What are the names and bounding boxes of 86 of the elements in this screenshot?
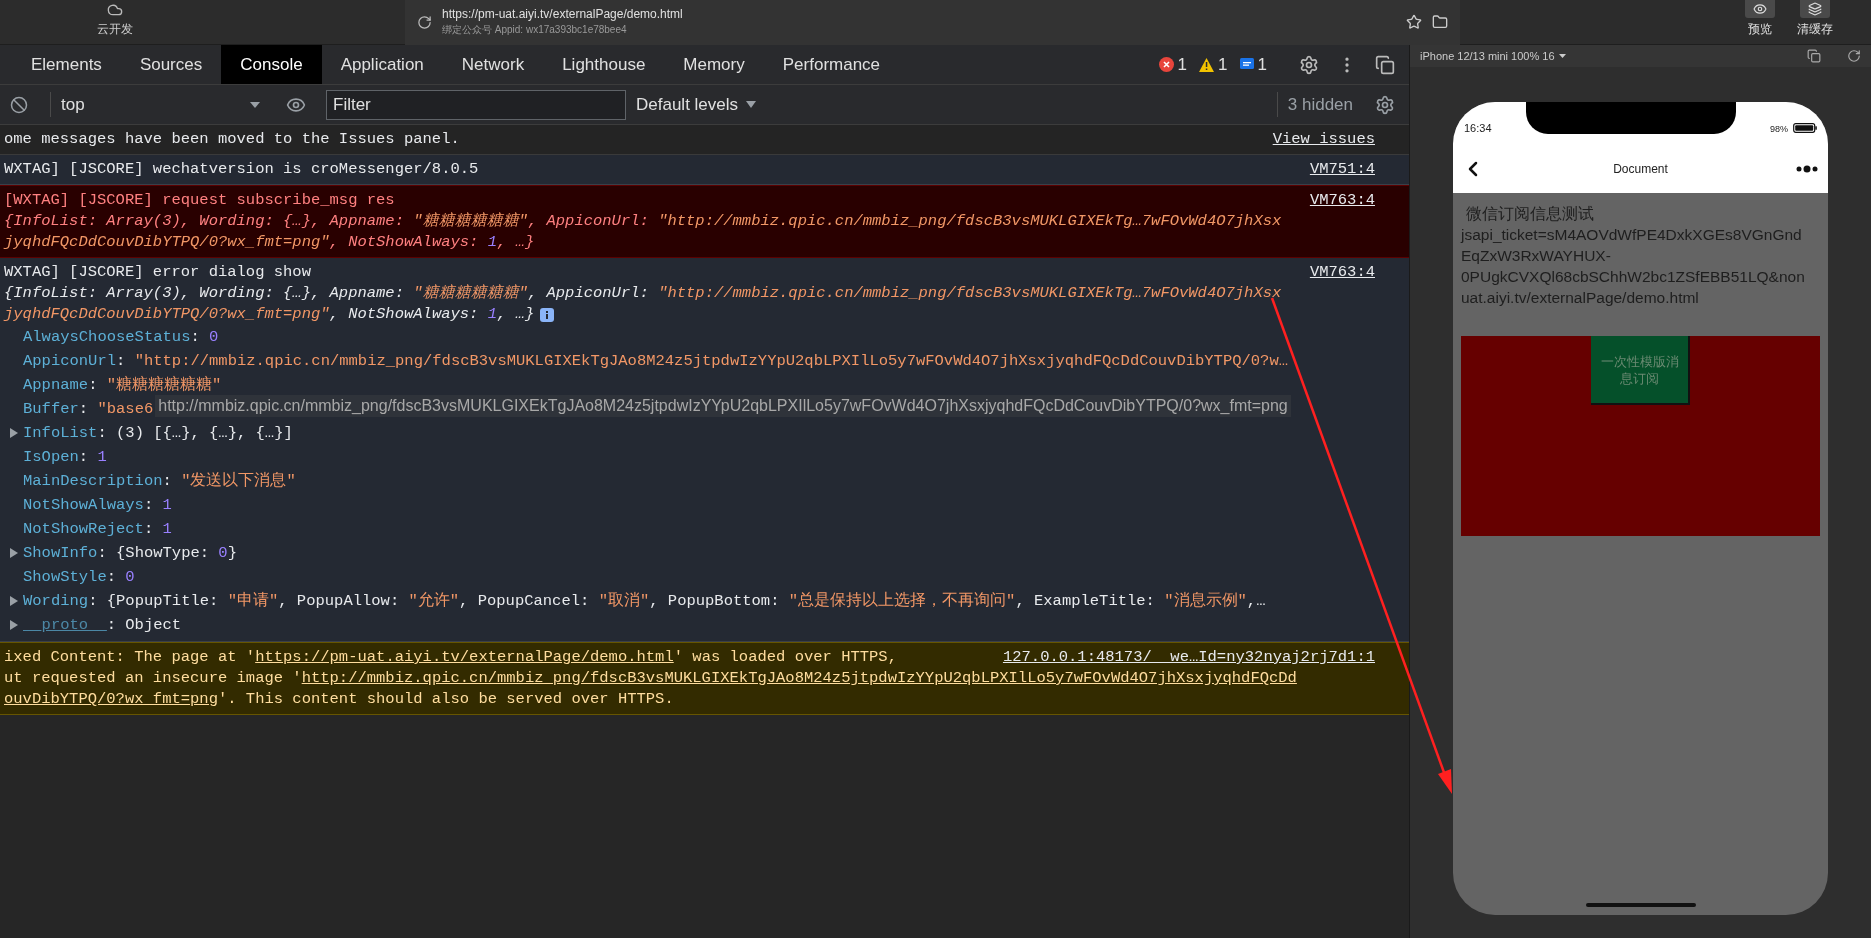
object-property: AppiconUrl: "http://mmbiz.qpic.cn/mmbiz_png/fdscB3vsMUKLGIXEkTgJAo8M24z5jtpdwIzYYpU2qbLPXIlLo5y7wFOvWd4O7jhXsxjyqhdFQcDdCouvDibYTPQ/0?w… xyxy=(23,351,1288,372)
url-bar[interactable]: https://pm-uat.aiyi.tv/externalPage/demo.html 绑定公众号 Appid: wx17a393bc1e78bee4 xyxy=(405,0,1460,45)
page-text: jsapi_ticket=sM4AOVdWfPE4DxkXGEs8VGnGnd xyxy=(1459,225,1803,245)
console-message: WXTAG] [JSCORE] error dialog show xyxy=(4,262,311,283)
caret-icon xyxy=(746,101,757,108)
url-tooltip: http://mmbiz.qpic.cn/mmbiz_png/fdscB3vsMUKLGIXEkTgJAo8M24z5jtpdwIzYYpU2qbLPXIlLo5y7wFOvWd4O7jhXsxjyqhdFQcDdCouvDibYTPQ/0?wx_fmt=png xyxy=(155,395,1291,417)
settings-icon[interactable] xyxy=(1299,54,1319,75)
object-property: MainDescription: "发送以下消息" xyxy=(23,471,296,492)
more-icon[interactable] xyxy=(1796,164,1820,173)
object-preview: {InfoList: Array(3), Wording: {…}, Appname: "糖糖糖糖糖糖", AppiconUrl: "http://mmbiz.qpic.cn/mmbiz_png/fdscB3vsMUKLGIXEkTg…7wFOvWd4O7jhXsx xyxy=(4,283,1282,304)
expand-triangle-icon[interactable] xyxy=(9,428,18,438)
caret-icon xyxy=(250,101,260,108)
devtools-tab[interactable]: Sources xyxy=(120,45,222,84)
devtools-tab[interactable]: Application xyxy=(321,45,443,84)
console-message: ouvDibYTPQ/0?wx_fmt=png'. This content should also be served over HTTPS. xyxy=(4,689,674,710)
console-message: ut requested an insecure image 'http://mmbiz.qpic.cn/mmbiz_png/fdscB3vsMUKLGIXEkTgJAo8M24z5jtpdwIzYYpU2qbLPXIlLo5y7wFOvWd4O7jhXsxjyqhdFQcDd xyxy=(4,668,1297,689)
page-url: https://pm-uat.aiyi.tv/externalPage/demo.html xyxy=(442,7,684,22)
source-link[interactable]: 127.0.0.1:48173/__we…Id=ny32nyaj2rj7d1:1 xyxy=(1002,647,1405,668)
object-property: Buffer: "base6 xyxy=(23,399,154,420)
cloud-icon xyxy=(107,2,123,18)
error-icon xyxy=(1158,57,1174,72)
source-link[interactable]: VM763:4 xyxy=(1309,190,1405,211)
devtools-tab[interactable]: Elements xyxy=(12,45,121,84)
expand-triangle-icon[interactable] xyxy=(9,596,18,606)
settings-icon[interactable] xyxy=(1375,94,1395,115)
object-property: NotShowAlways: 1 xyxy=(23,495,172,516)
layers-icon xyxy=(1808,2,1822,16)
console-message: [WXTAG] [JSCORE] request subscribe_msg res xyxy=(4,190,395,211)
window-icon[interactable] xyxy=(1807,49,1821,63)
source-link[interactable]: VM763:4 xyxy=(1309,262,1405,283)
object-preview: jyqhdFQcDdCouvDibYTPQ/0?wx_fmt=png", NotShowAlways: 1, …} xyxy=(4,304,535,325)
clear-console-icon[interactable] xyxy=(10,95,28,114)
page-text: 0PUgkCVXQl68cbSChhW2bc1ZSfEBB51LQ&non xyxy=(1460,267,1806,287)
expand-triangle-icon[interactable] xyxy=(9,620,18,630)
info-count: 1 xyxy=(1257,53,1267,76)
page-text: uat.aiyi.tv/externalPage/demo.html xyxy=(1460,288,1700,308)
expand-triangle-icon[interactable] xyxy=(9,548,18,558)
dock-icon[interactable] xyxy=(1375,54,1395,75)
page-text: EqZxW3RxWAYHUX- xyxy=(1460,246,1612,266)
battery-percent: 98% xyxy=(1769,123,1788,136)
url-link[interactable]: ouvDibYTPQ/0?wx_fmt=png xyxy=(4,690,218,708)
devtools-tab[interactable]: Memory xyxy=(664,45,764,84)
object-preview: {InfoList: Array(3), Wording: {…}, Appname: "糖糖糖糖糖糖", AppiconUrl: "http://mmbiz.qpic.cn/mmbiz_png/fdscB3vsMUKLGIXEkTg…7wFOvWd4O7jhXsx xyxy=(4,211,1282,232)
battery-icon xyxy=(1793,123,1817,134)
console-message: ome messages have been moved to the Issues panel. xyxy=(4,129,460,150)
star-icon xyxy=(1406,14,1422,30)
rotate-icon[interactable] xyxy=(1847,49,1861,63)
object-preview: jyqhdFQcDdCouvDibYTPQ/0?wx_fmt=png", NotShowAlways: 1, …} xyxy=(4,232,535,253)
nav-title: Document xyxy=(1613,160,1668,178)
source-link[interactable]: View issues xyxy=(1272,129,1405,150)
context-selector[interactable]: top xyxy=(50,91,260,118)
url-link[interactable]: http://mmbiz.qpic.cn/mmbiz_png/fdscB3vsMUKLGIXEkTgJAo8M24z5jtpdwIzYYpU2qbLPXIlLo5y7wFOvWd4O7jhXsxjyqhdFQcDd xyxy=(301,669,1297,687)
devtools-tab[interactable]: Lighthouse xyxy=(543,45,665,84)
devtools-tab[interactable]: Performance xyxy=(763,45,900,84)
cloud-dev-button[interactable]: 云开发 xyxy=(97,2,133,36)
page-heading: 微信订阅信息测试 xyxy=(1465,204,1595,224)
source-link[interactable]: VM751:4 xyxy=(1309,159,1405,180)
message-icon xyxy=(1239,57,1254,72)
eye-icon xyxy=(1753,2,1767,16)
refresh-icon xyxy=(417,14,432,30)
filter-field[interactable]: Filter xyxy=(326,89,626,120)
appid-label: 绑定公众号 Appid: wx17a393bc1e78bee4 xyxy=(442,23,628,37)
devtools-tab[interactable]: Console xyxy=(221,45,322,84)
object-property: IsOpen: 1 xyxy=(23,447,107,468)
object-property: AlwaysChooseStatus: 0 xyxy=(23,327,219,348)
object-property: InfoList: (3) [{…}, {…}, {…}] xyxy=(23,423,293,444)
hidden-count: 3 hidden xyxy=(1276,91,1353,118)
object-property: ShowStyle: 0 xyxy=(23,567,135,588)
clear-cache-button[interactable]: 清缓存 xyxy=(1797,0,1833,36)
caret-icon xyxy=(1558,54,1566,58)
url-link[interactable]: https://pm-uat.aiyi.tv/externalPage/demo.html xyxy=(255,648,674,666)
info-icon[interactable] xyxy=(540,307,555,322)
object-property: __proto__: Object xyxy=(23,615,182,636)
console-message: ixed Content: The page at 'https://pm-uat.aiyi.tv/externalPage/demo.html' was loaded over HTTPS, xyxy=(4,647,897,668)
warning-icon xyxy=(1199,57,1215,72)
log-levels-dropdown[interactable]: Default levels xyxy=(636,91,757,118)
error-count: 1 xyxy=(1177,53,1188,76)
object-property: NotShowReject: 1 xyxy=(23,519,172,540)
devtools-tab[interactable]: Network xyxy=(442,45,544,84)
warning-count: 1 xyxy=(1218,53,1228,76)
folder-icon xyxy=(1432,14,1448,30)
status-time: 16:34 xyxy=(1464,121,1492,136)
object-property: ShowInfo: {ShowType: 0} xyxy=(23,543,237,564)
object-property: Appname: "糖糖糖糖糖糖" xyxy=(23,375,222,396)
object-property: Wording: {PopupTitle: "申请", PopupAllow: "允许", PopupCancel: "取消", PopupBottom: "总是保持以上选择，不再询问", ExampleTitle: "消息示例",… xyxy=(23,590,1266,612)
console-message: WXTAG] [JSCORE] wechatversion is croMessenger/8.0.5 xyxy=(4,159,479,180)
